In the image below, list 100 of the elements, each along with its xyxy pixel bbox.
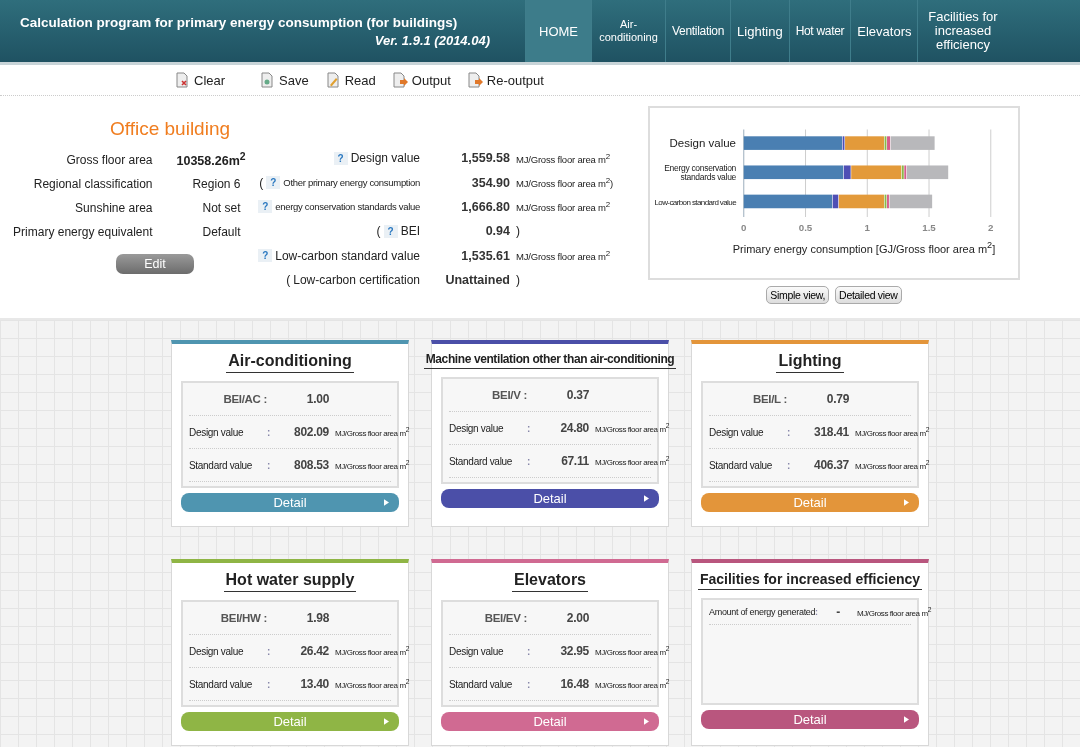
card-title: Lighting — [776, 352, 844, 373]
colon: : — [267, 678, 272, 690]
arrow-icon — [904, 499, 909, 506]
tick-label: 2 — [988, 221, 994, 233]
colon: : — [787, 426, 792, 438]
nav-tab[interactable]: Air-conditioning — [591, 0, 665, 62]
colon: : — [527, 645, 532, 657]
result-value: 1,666.80 — [460, 199, 510, 214]
parenthesis: ( — [376, 224, 381, 239]
toolbar-button[interactable]: Clear — [168, 70, 232, 90]
unit-text: MJ/Gross floor area m$^{2}$ — [594, 455, 670, 467]
help-icon[interactable]: ? — [258, 249, 273, 263]
toolbar-button[interactable]: Output — [385, 70, 457, 90]
value-text: 406.37 — [813, 458, 849, 472]
unit-text: MJ/Gross floor area m$^{2}$ — [334, 678, 410, 690]
colon: : — [527, 422, 532, 434]
value-text: 2.00 — [565, 611, 589, 625]
category-label: Energy conservation standards value — [663, 161, 736, 184]
card-title: Facilities for increased efficiency — [697, 571, 923, 590]
result-label: Design value — [350, 151, 420, 166]
value-label: Standard value — [189, 459, 254, 471]
colon: : — [527, 678, 532, 690]
result-label: Low-carbon standard value — [275, 248, 420, 263]
nav-tab[interactable]: Ventilation — [665, 0, 731, 62]
property-label: Sunshine area — [74, 201, 154, 215]
detail-button[interactable]: Detail — [441, 489, 659, 508]
result-value: 1,535.61 — [460, 248, 510, 263]
arrow-icon — [384, 499, 389, 506]
tick-label: 1 — [864, 221, 870, 233]
result-label: Low-carbon certification — [293, 273, 420, 288]
result-label: BEI — [400, 224, 420, 239]
detail-button[interactable]: Detail — [701, 710, 919, 729]
card-title: Elevators — [511, 571, 588, 592]
property-value: Not set — [201, 201, 242, 215]
unit-text: MJ/Gross floor area m$^{2}$ — [515, 151, 611, 165]
document-arrow-icon — [466, 72, 483, 88]
value-text: 0.37 — [565, 388, 589, 402]
value-text: 0.79 — [825, 392, 849, 406]
result-value: Unattained — [444, 273, 510, 288]
colon: : — [787, 459, 792, 471]
value-label: Design value — [449, 422, 505, 434]
view-button[interactable]: Detailed view — [835, 286, 902, 304]
value-label: Standard value — [709, 459, 774, 471]
value-label: Standard value — [449, 455, 514, 467]
toolbar-button[interactable]: Read — [318, 70, 382, 90]
value-text: 32.95 — [559, 644, 589, 658]
unit-text: MJ/Gross floor area m$^{2}$ — [334, 426, 410, 438]
unit-text: MJ/Gross floor area m$^{2}$ — [594, 678, 670, 690]
colon: : — [815, 607, 819, 617]
nav-tab[interactable]: Hot water — [788, 0, 851, 62]
tick-label: 0.5 — [798, 221, 813, 233]
value-label: Amount of energy generated — [709, 607, 815, 617]
result-value: 1,559.58 — [460, 151, 510, 166]
value-label: Design value — [449, 645, 505, 657]
result-label: Other primary energy consumption — [283, 177, 420, 189]
help-icon[interactable]: ? — [383, 224, 398, 238]
value-text: - — [835, 605, 841, 619]
property-value: 10358.26m$^{2}$ — [175, 151, 247, 169]
unit-text: MJ/Gross floor area m$^{2}$ — [594, 645, 670, 657]
category-label: Low-carbon standard value — [653, 196, 736, 209]
property-label: Gross floor area — [65, 153, 154, 167]
value-label: Design value — [189, 645, 245, 657]
document-icon — [259, 72, 276, 88]
parenthesis: ( — [286, 273, 291, 288]
toolbar-button[interactable]: Save — [253, 70, 315, 90]
tick-label: 1.5 — [922, 221, 936, 233]
value-label: BEI/EV : — [483, 612, 528, 624]
document-arrow-icon — [391, 72, 408, 88]
value-text: 1.98 — [305, 611, 329, 625]
edit-button[interactable]: Edit — [116, 254, 194, 274]
category-label: Design value — [668, 135, 736, 151]
nav-tab[interactable]: Lighting — [730, 0, 789, 62]
unit-text: MJ/Gross floor area m$^{2}$ — [334, 459, 410, 471]
value-label: BEI/AC : — [222, 393, 268, 405]
value-label: BEI/V : — [491, 389, 528, 401]
unit-text: MJ/Gross floor area m$^{2}$ — [854, 426, 930, 438]
help-icon[interactable]: ? — [266, 176, 281, 190]
help-icon[interactable]: ? — [258, 200, 273, 214]
value-label: Design value — [189, 426, 245, 438]
unit-text: MJ/Gross floor area m$^{2}$ — [594, 422, 670, 434]
arrow-icon — [644, 495, 649, 502]
nav-tab[interactable]: HOME — [525, 0, 591, 62]
unit-text: MJ/Gross floor area m$^{2}$) — [515, 176, 614, 190]
view-button[interactable]: Simple view, — [766, 286, 830, 304]
arrow-icon — [644, 718, 649, 725]
property-value: Default — [201, 225, 242, 239]
nav-tab[interactable]: Facilities for increased efficiency — [917, 0, 1008, 62]
card-title: Hot water supply — [223, 571, 357, 592]
help-icon[interactable]: ? — [333, 151, 348, 165]
value-text: 802.09 — [293, 425, 329, 439]
arrow-icon — [384, 718, 389, 725]
toolbar-button[interactable]: Re-output — [460, 70, 550, 90]
pencil-document-icon — [324, 72, 341, 88]
building-type: Office building — [109, 118, 231, 140]
nav-tab[interactable]: Elevators — [850, 0, 918, 62]
unit-text: MJ/Gross floor area m$^{2}$ — [856, 606, 932, 618]
value-text: 26.42 — [299, 644, 329, 658]
arrow-icon — [904, 716, 909, 723]
result-label: energy conservation standards value — [275, 201, 420, 213]
value-text: 24.80 — [559, 421, 589, 435]
